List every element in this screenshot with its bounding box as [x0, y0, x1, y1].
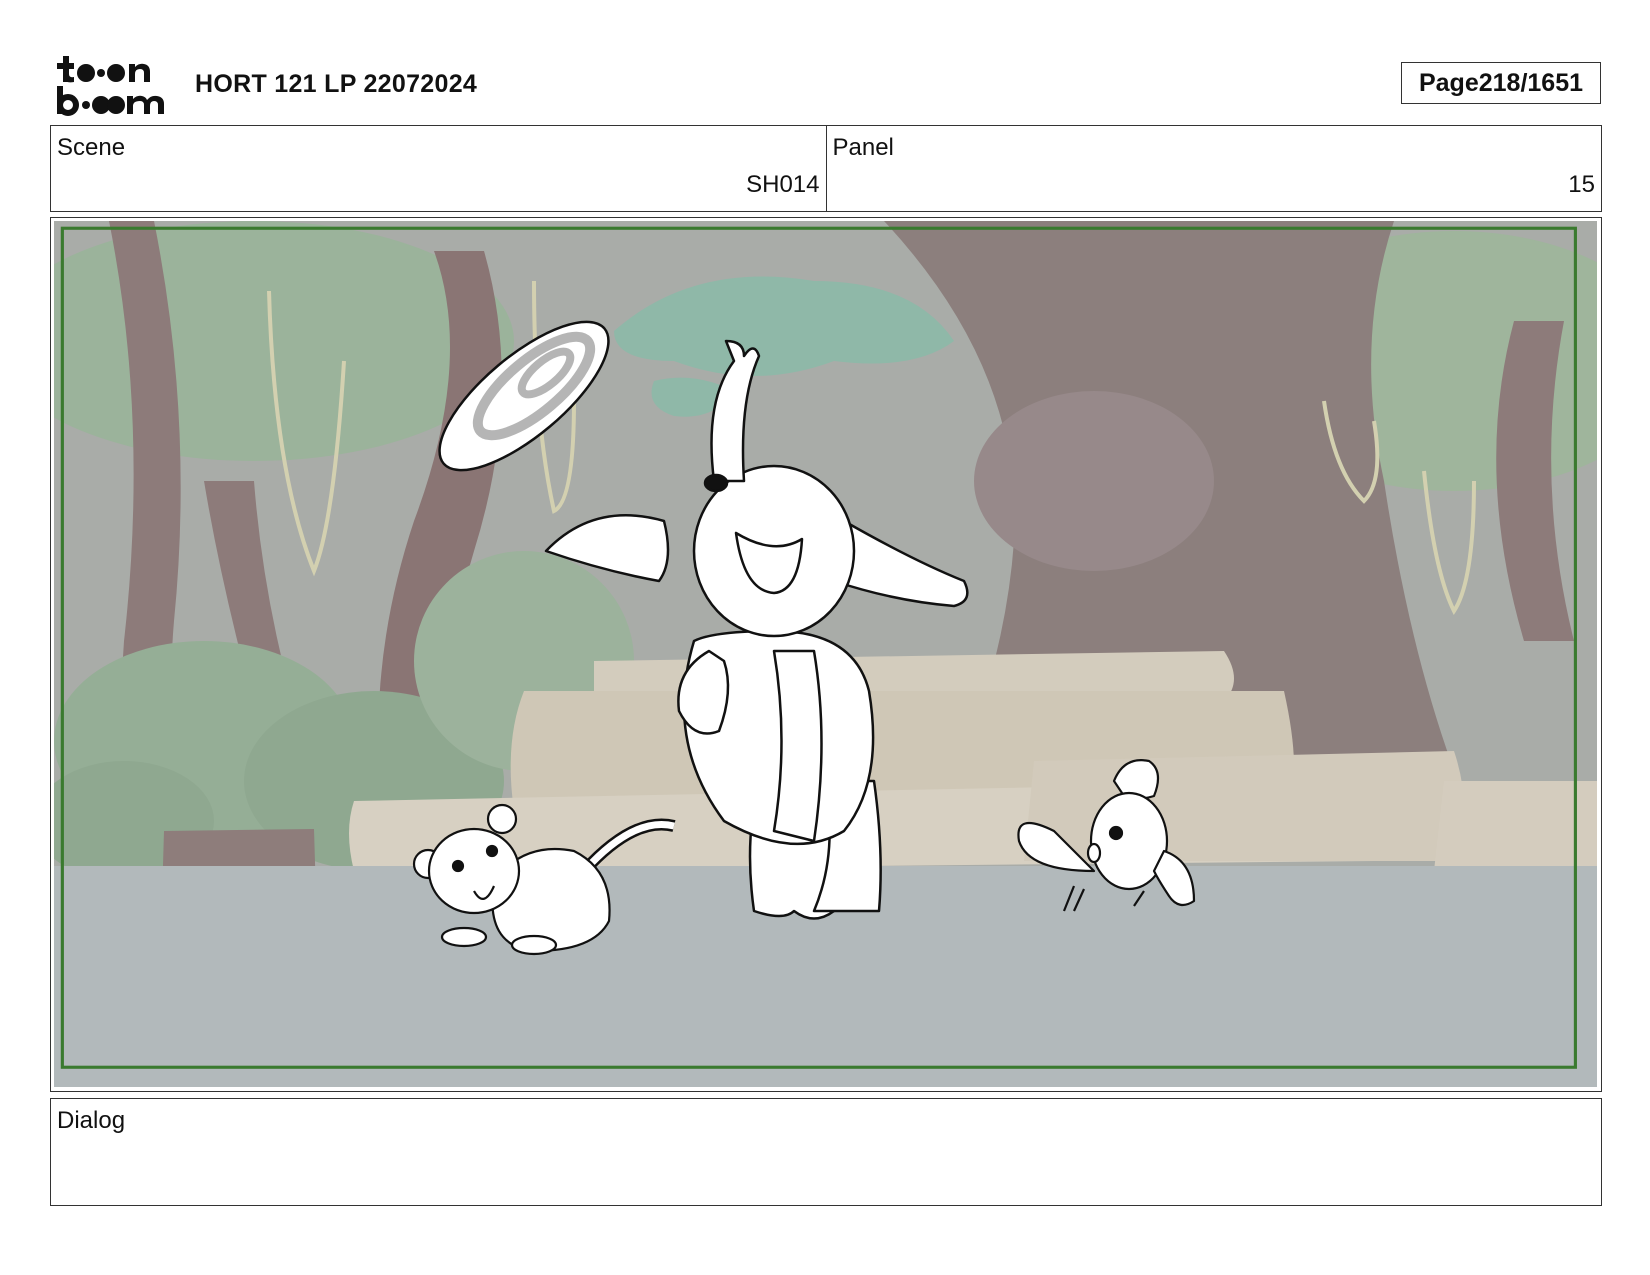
document-title: HORT 121 LP 22072024 — [195, 70, 478, 98]
mouse-mouth — [1086, 842, 1102, 864]
mouse-eye — [1108, 825, 1124, 841]
panel-artwork — [54, 221, 1597, 1087]
cub-ear-right — [486, 803, 518, 835]
cub-eye-left — [451, 859, 465, 873]
elephant-arm-right — [772, 649, 823, 843]
scene-label: Scene — [57, 134, 126, 161]
trunk-highlight — [974, 391, 1214, 571]
scene-panel-table: Scene SH014 Panel 15 — [50, 125, 1602, 212]
scene-value: SH014 — [746, 171, 820, 198]
logo-icon — [57, 56, 164, 116]
page-label: Page — [1418, 68, 1479, 97]
cub-paw-left — [440, 926, 488, 948]
cub-head — [427, 827, 521, 915]
dialog-label: Dialog — [57, 1107, 126, 1134]
elephant-eye — [703, 473, 729, 493]
cub-eye-right — [485, 844, 499, 858]
storyboard-panel — [50, 217, 1602, 1092]
toon-boom-logo — [54, 54, 172, 116]
panel-value: 15 — [1568, 171, 1595, 198]
rock-far-right — [1434, 781, 1597, 871]
scene-cell: Scene SH014 — [51, 126, 826, 211]
cub-paw-right — [510, 934, 558, 956]
panel-label: Panel — [832, 134, 894, 161]
panel-cell: Panel 15 — [825, 126, 1602, 211]
page-indicator: Page 218/1651 — [1401, 62, 1601, 104]
page-number: 218/1651 — [1478, 68, 1584, 97]
dialog-box: Dialog — [50, 1098, 1602, 1206]
